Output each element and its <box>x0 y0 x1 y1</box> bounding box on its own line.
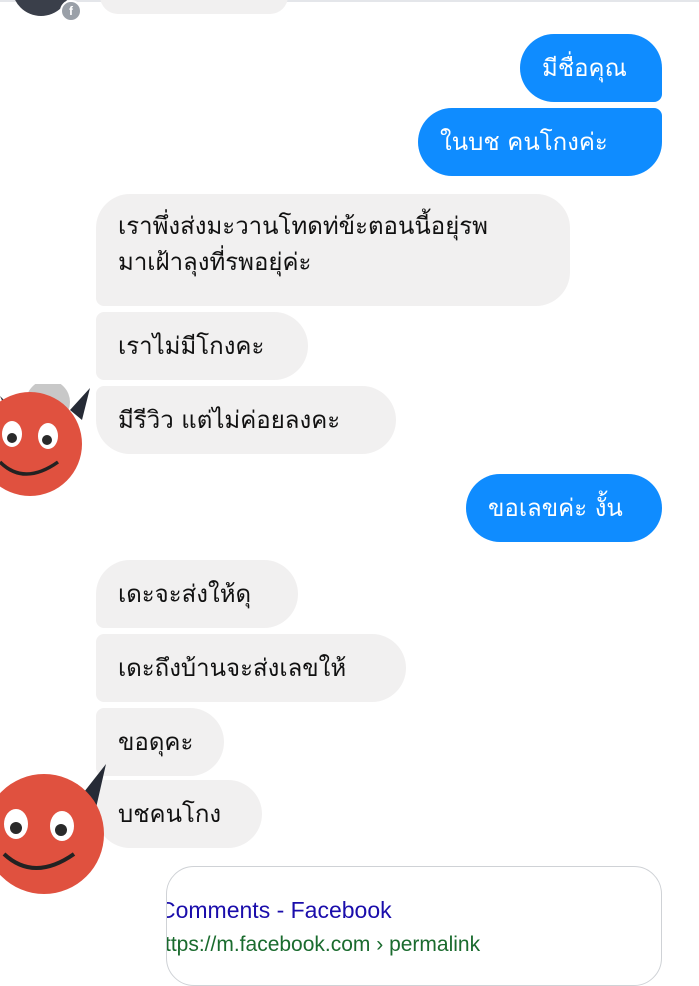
link-preview-title[interactable]: Comments - Facebook <box>167 897 392 924</box>
message-outgoing[interactable]: มีชื่อคุณ <box>520 34 662 102</box>
message-incoming[interactable]: เราพึ่งส่งมะวานโทดท่ข้ะตอนนี้อยุ่รพ มาเฝ… <box>96 194 570 306</box>
contact-avatar-devil-icon[interactable] <box>0 762 110 902</box>
message-incoming[interactable]: มีรีวิว แต่ไม่ค่อยลงคะ <box>96 386 396 454</box>
contact-avatar-devil-icon[interactable] <box>0 384 96 498</box>
message-incoming[interactable]: ขอดุคะ <box>96 708 224 776</box>
message-text: เดะถึงบ้านจะส่งเลขให้ <box>118 654 347 682</box>
message-outgoing[interactable]: ขอเลขค่ะ งั้น <box>466 474 662 542</box>
message-incoming[interactable]: เดะถึงบ้านจะส่งเลขให้ <box>96 634 406 702</box>
message-text: มีรีวิว แต่ไม่ค่อยลงคะ <box>118 406 341 434</box>
link-preview-card[interactable]: Comments - Facebook ttps://m.facebook.co… <box>166 866 662 986</box>
message-line: มาเฝ้าลุงที่รพอยุ่ค่ะ <box>118 248 312 276</box>
message-line: เราพึ่งส่งมะวานโทดท่ข้ะตอนนี้อยุ่รพ <box>118 212 488 240</box>
facebook-badge-icon: f <box>60 0 82 22</box>
link-preview-url: ttps://m.facebook.com › permalink <box>166 933 481 956</box>
message-text: ขอดุคะ <box>118 728 194 756</box>
message-text: มีชื่อคุณ <box>542 54 627 82</box>
message-incoming[interactable]: เดะจะส่งให้ดุ <box>96 560 298 628</box>
message-text: เดะจะส่งให้ดุ <box>118 580 252 608</box>
message-text: เราไม่มีโกงคะ <box>118 332 265 360</box>
message-text: ในบช คนโกงค่ะ <box>440 128 608 156</box>
message-incoming[interactable]: บชคนโกง <box>96 780 262 848</box>
message-text: ขอเลขค่ะ งั้น <box>488 494 623 522</box>
message-text: บชคนโกง <box>118 800 222 828</box>
message-outgoing[interactable]: ในบช คนโกงค่ะ <box>418 108 662 176</box>
previous-message-bubble <box>100 0 288 14</box>
message-incoming[interactable]: เราไม่มีโกงคะ <box>96 312 308 380</box>
